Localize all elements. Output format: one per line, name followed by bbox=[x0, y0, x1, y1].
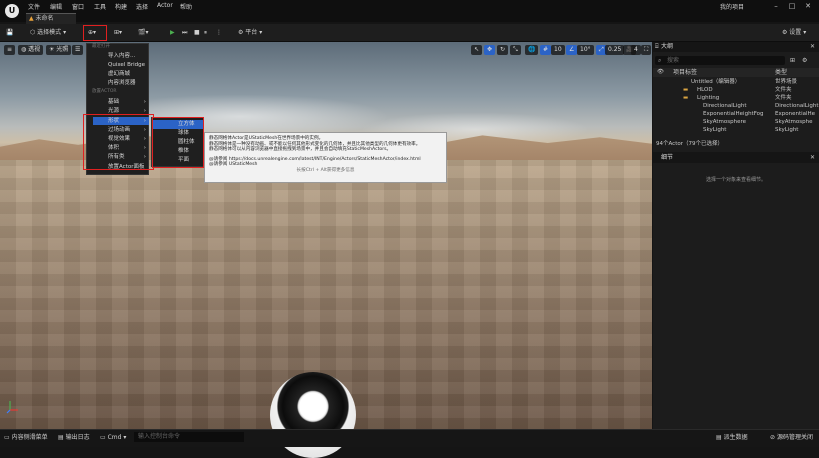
viewport-menu-icon[interactable]: ≡ bbox=[4, 45, 16, 55]
menu-item-basic[interactable]: 基础 › bbox=[93, 98, 149, 106]
details-empty-text: 选择一个对象来查看细节。 bbox=[705, 177, 766, 183]
outliner-column-header: 👁 项目标签 类型 bbox=[653, 68, 819, 77]
cmd-dropdown[interactable]: ▭ Cmd ▾ bbox=[100, 433, 126, 443]
chevron-right-icon: › bbox=[143, 99, 146, 105]
menu-file[interactable]: 文件 bbox=[28, 2, 40, 11]
maximize-icon[interactable]: □ bbox=[786, 2, 798, 12]
search-icon: ⌕ bbox=[658, 57, 662, 64]
outliner-row[interactable]: SkyAtmosphere SkyAtmosphe bbox=[653, 119, 819, 127]
folder-icon: ▬ bbox=[683, 95, 689, 101]
outliner-row[interactable]: ExponentialHeightFog ExponentialHe bbox=[653, 111, 819, 119]
pause-icon[interactable]: ⏸ bbox=[204, 27, 207, 39]
menu-help[interactable]: 帮助 bbox=[180, 2, 192, 11]
close-icon[interactable]: ✕ bbox=[802, 2, 814, 12]
outliner-row[interactable]: SkyLight SkyLight bbox=[653, 127, 819, 135]
scale-tool-icon[interactable]: ⤡ bbox=[510, 45, 521, 55]
outliner-row[interactable]: ▬ Lighting 文件夹 bbox=[653, 95, 819, 103]
outliner-settings-icon[interactable]: ⚙ bbox=[802, 56, 807, 65]
axis-indicator-icon bbox=[6, 401, 18, 414]
close-outliner-icon[interactable]: ✕ bbox=[810, 43, 815, 50]
stop-icon[interactable]: ■ bbox=[194, 27, 200, 39]
menu-item-quixel[interactable]: Quixel Bridge bbox=[93, 61, 149, 69]
menu-edit[interactable]: 编辑 bbox=[50, 2, 62, 11]
lit-button[interactable]: ☀ 光照 bbox=[46, 45, 72, 55]
menu-item-marketplace[interactable]: 虚幻商城 bbox=[93, 70, 149, 78]
blueprint-button[interactable]: ⊞▾ bbox=[114, 27, 122, 39]
menu-section-recent: 最近打开 bbox=[92, 44, 110, 49]
select-tool-icon[interactable]: ↖ bbox=[471, 45, 483, 55]
outliner-row[interactable]: Untitled（编辑器） 世界场景 bbox=[653, 79, 819, 87]
tooltip: 静态网格体Actor是UStaticMesh在世界场景中的实例。 静态网格体是一… bbox=[204, 132, 447, 183]
outliner-header: 大纲 bbox=[653, 42, 819, 52]
filter-icon[interactable]: ⊞ bbox=[790, 56, 795, 65]
platform-button[interactable]: ⚙ 平台 ▾ bbox=[238, 27, 262, 39]
cinematics-button[interactable]: 🎬▾ bbox=[138, 27, 148, 39]
menu-tools[interactable]: 工具 bbox=[94, 2, 106, 11]
outliner-row[interactable]: ▬ HLOD 文件夹 bbox=[653, 87, 819, 95]
outliner-search-placeholder: 搜索 bbox=[667, 57, 680, 64]
col-type[interactable]: 类型 bbox=[775, 68, 787, 77]
show-button[interactable]: ☰ bbox=[72, 45, 84, 55]
settings-label: 设置 bbox=[789, 29, 802, 36]
derived-data-button[interactable]: ▤ 派生数据 bbox=[716, 433, 748, 443]
tree-icon: ⌸ bbox=[655, 43, 659, 50]
outliner-search-input[interactable]: 搜索 bbox=[655, 56, 785, 65]
source-control-button[interactable]: ⊘ 源码管理关闭 bbox=[770, 433, 813, 443]
translate-tool-icon[interactable]: ✥ bbox=[484, 45, 496, 55]
highlight-add-actor bbox=[83, 25, 107, 41]
menu-select[interactable]: 选择 bbox=[136, 2, 148, 11]
perspective-label: 透视 bbox=[28, 46, 41, 53]
save-icon[interactable]: 💾 bbox=[6, 27, 13, 39]
scale-value[interactable]: 0.25 bbox=[605, 45, 625, 55]
console-input[interactable]: 输入控制台命令 bbox=[134, 432, 244, 442]
grid-snap-icon[interactable]: # bbox=[540, 45, 552, 55]
grid-value[interactable]: 10 bbox=[551, 45, 565, 55]
minimize-icon[interactable]: – bbox=[770, 2, 782, 12]
menu-item-content-browser[interactable]: 内容浏览器 bbox=[93, 79, 149, 87]
folder-icon: ▬ bbox=[683, 87, 689, 93]
close-details-icon[interactable]: ✕ bbox=[810, 154, 815, 161]
col-label[interactable]: 项目标签 bbox=[673, 68, 697, 77]
project-name: 我的项目 bbox=[720, 4, 745, 11]
highlight-categories bbox=[83, 114, 154, 170]
level-icon: ▲ bbox=[29, 15, 34, 22]
world-space-icon[interactable]: 🌐 bbox=[525, 45, 539, 55]
output-log-button[interactable]: ▤ 输出日志 bbox=[58, 433, 90, 443]
menu-window[interactable]: 窗口 bbox=[72, 2, 84, 11]
menu-actor[interactable]: Actor bbox=[157, 2, 173, 9]
unreal-logo[interactable]: U bbox=[5, 4, 19, 18]
play-icon[interactable]: ▶ bbox=[170, 27, 175, 39]
content-drawer-button[interactable]: ▭ 内容侧滑菜单 bbox=[4, 433, 48, 443]
details-panel: 细节 bbox=[653, 153, 819, 429]
rotate-tool-icon[interactable]: ↻ bbox=[497, 45, 509, 55]
menu-section-place: 放置ACTOR bbox=[92, 89, 117, 94]
camera-speed-value[interactable]: 4 bbox=[631, 45, 641, 55]
level-tab[interactable]: ▲ 未命名 bbox=[26, 13, 76, 24]
platform-label: 平台 bbox=[245, 29, 258, 36]
actor-count: 94个Actor（79个已选择） bbox=[656, 141, 723, 147]
outliner-title: 大纲 bbox=[661, 43, 674, 50]
main-toolbar bbox=[0, 24, 819, 42]
highlight-shapes bbox=[152, 117, 204, 168]
launch-options-icon[interactable]: ⋮ bbox=[216, 27, 222, 39]
menu-item-import[interactable]: 导入内容... bbox=[93, 52, 149, 60]
menu-build[interactable]: 构建 bbox=[115, 2, 127, 11]
details-title: 细节 bbox=[661, 154, 674, 161]
level-tab-label: 未命名 bbox=[35, 15, 54, 22]
angle-snap-icon[interactable]: ∠ bbox=[566, 45, 578, 55]
perspective-button[interactable]: ◍ 透视 bbox=[18, 45, 44, 55]
play-options-icon[interactable]: ⏭ bbox=[182, 27, 187, 39]
maximize-viewport-icon[interactable]: ⛶ bbox=[641, 45, 652, 55]
select-mode-label: 选择模式 bbox=[37, 29, 62, 36]
select-mode-dropdown[interactable]: ⬡ 选择模式 ▾ bbox=[30, 27, 66, 39]
outliner-row[interactable]: DirectionalLight DirectionalLight bbox=[653, 103, 819, 111]
tooltip-hint: 长按Ctrl + Alt获得更多信息 bbox=[296, 167, 355, 173]
lit-label: 光照 bbox=[56, 46, 69, 53]
visibility-icon[interactable]: 👁 bbox=[657, 68, 664, 77]
angle-value[interactable]: 10° bbox=[577, 45, 594, 55]
details-header: 细节 bbox=[653, 153, 819, 163]
settings-button[interactable]: ⚙ 设置 ▾ bbox=[782, 27, 806, 39]
